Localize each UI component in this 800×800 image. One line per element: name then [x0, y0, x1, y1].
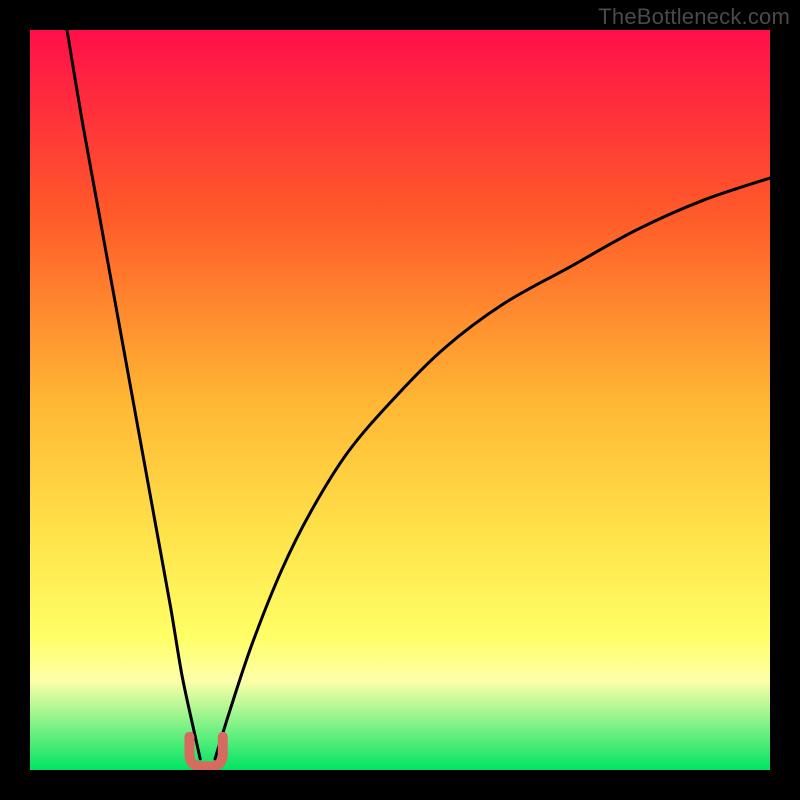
- watermark-text: TheBottleneck.com: [598, 4, 790, 30]
- chart-frame: TheBottleneck.com: [0, 0, 800, 800]
- plot-area: [30, 30, 770, 770]
- gradient-background: [30, 30, 770, 770]
- bottleneck-chart: [30, 30, 770, 770]
